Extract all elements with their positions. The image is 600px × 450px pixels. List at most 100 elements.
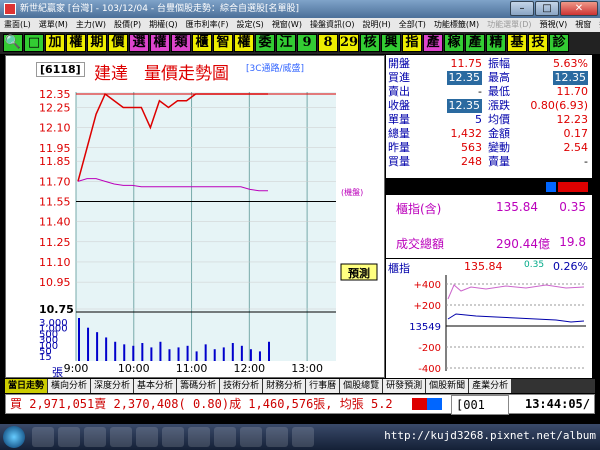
- toolbar-button-0[interactable]: 🔍: [3, 34, 23, 52]
- menu-item[interactable]: 操盤資訊(O): [306, 18, 359, 32]
- taskbar-app-10[interactable]: [266, 427, 288, 447]
- taskbar-app-2[interactable]: [58, 427, 80, 447]
- toolbar-button-1[interactable]: □: [24, 34, 44, 52]
- y-price-tick-label: 11.95: [39, 142, 71, 155]
- toolbar-button-9[interactable]: 櫃: [192, 34, 212, 52]
- menu-item[interactable]: 選單(M): [35, 18, 72, 32]
- y-price-tick-label: 10.95: [39, 276, 71, 289]
- quote-value: 5.63%: [553, 57, 588, 70]
- tab-11[interactable]: 產業分析: [469, 379, 512, 393]
- menu-item[interactable]: 期權(Q): [145, 18, 182, 32]
- toolbar-button-20[interactable]: 產: [423, 34, 443, 52]
- menu-item[interactable]: 匯市利率(F): [182, 18, 233, 32]
- taskbar-app-7[interactable]: [188, 427, 210, 447]
- y-volume-tick-label: 15: [39, 352, 52, 363]
- toolbar-button-4[interactable]: 期: [87, 34, 107, 52]
- menu-item[interactable]: 視窗: [571, 18, 595, 32]
- taskbar-app-3[interactable]: [84, 427, 106, 447]
- toolbar-button-17[interactable]: 核: [360, 34, 380, 52]
- taskbar-app-6[interactable]: [162, 427, 184, 447]
- quote-value: 0.80(6.93): [530, 99, 588, 112]
- start-button[interactable]: [3, 426, 25, 448]
- toolbar-button-25[interactable]: 技: [528, 34, 548, 52]
- menu-item[interactable]: 主力(W): [72, 18, 110, 32]
- taskbar-app-5[interactable]: [136, 427, 158, 447]
- toolbar-button-11[interactable]: 權: [234, 34, 254, 52]
- taskbar-app-4[interactable]: [110, 427, 132, 447]
- toolbar-button-21[interactable]: 稼: [444, 34, 464, 52]
- forecast-label: 預測: [348, 266, 370, 280]
- minimize-button[interactable]: –: [510, 1, 534, 16]
- tab-8[interactable]: 個股總覽: [340, 379, 383, 393]
- quote-label: 變動: [488, 141, 510, 154]
- toolbar-button-19[interactable]: 指: [402, 34, 422, 52]
- menu-item[interactable]: 功能標籤(M): [430, 18, 483, 32]
- toolbar-button-26[interactable]: 診: [549, 34, 569, 52]
- window-title: 新世紀贏家 [台灣] - 103/12/04 - 台豐個股走勢：綜合自選股[名單…: [20, 4, 299, 14]
- maximize-button[interactable]: □: [535, 1, 559, 16]
- taskbar-app-1[interactable]: [32, 427, 54, 447]
- volume-bar: [105, 337, 108, 361]
- menu-item[interactable]: 預視(V): [535, 18, 571, 32]
- tab-4[interactable]: 籌碼分析: [177, 379, 220, 393]
- taskbar-app-9[interactable]: [240, 427, 262, 447]
- menu-item[interactable]: 拍檔(C): [595, 18, 600, 32]
- menu-bar: 畫面(L) 選單(M) 主力(W) 股價(P) 期權(Q) 匯市利率(F) 設定(S) 視窗(…: [0, 18, 600, 32]
- toolbar-button-24[interactable]: 基: [507, 34, 527, 52]
- tab-3[interactable]: 基本分析: [134, 379, 177, 393]
- toolbar-button-8[interactable]: 類: [171, 34, 191, 52]
- toolbar-button-22[interactable]: 產: [465, 34, 485, 52]
- tab-0[interactable]: 當日走勢: [5, 379, 48, 393]
- quote-row: 買量 248 賣量 -: [386, 155, 592, 169]
- quote-value: 12.35: [446, 99, 482, 113]
- x-tick-label: 12:00: [233, 362, 265, 375]
- toolbar-button-15[interactable]: 8: [318, 34, 338, 52]
- quote-value: 563: [461, 141, 482, 154]
- tab-2[interactable]: 深度分析: [91, 379, 134, 393]
- mini-tick-label: +200: [414, 301, 441, 312]
- status-text: 買 2,971,051賣 2,370,408( 0.80)成 1,460,576…: [10, 397, 393, 411]
- app-icon: [4, 3, 16, 15]
- toolbar-button-10[interactable]: 智: [213, 34, 233, 52]
- toolbar-button-2[interactable]: 加: [45, 34, 65, 52]
- menu-item[interactable]: 全部(T): [395, 18, 430, 32]
- menu-item[interactable]: 功能選單(D): [483, 18, 535, 32]
- toolbar-button-18[interactable]: 興: [381, 34, 401, 52]
- taskbar-app-11[interactable]: [292, 427, 314, 447]
- close-button[interactable]: ✕: [560, 1, 598, 16]
- taskbar-app-8[interactable]: [214, 427, 236, 447]
- toolbar-button-12[interactable]: 委: [255, 34, 275, 52]
- tab-5[interactable]: 技術分析: [220, 379, 263, 393]
- toolbar-button-3[interactable]: 權: [66, 34, 86, 52]
- price-volume-chart[interactable]: 9:00 10:00 11:00 12:00 13:00 12.3512.25 12.10 1…: [6, 56, 386, 379]
- menu-item[interactable]: 股價(P): [110, 18, 145, 32]
- index-panel: 櫃指(含) 135.84 0.35 成交總額 290.44億 19.8: [386, 195, 592, 258]
- status-code[interactable]: [001: [451, 395, 509, 415]
- menu-item[interactable]: 畫面(L): [0, 18, 35, 32]
- tab-6[interactable]: 財務分析: [263, 379, 306, 393]
- toolbar-button-6[interactable]: 選: [129, 34, 149, 52]
- toolbar-button-5[interactable]: 價: [108, 34, 128, 52]
- volume-bar: [186, 345, 189, 361]
- quote-label: 單量: [388, 113, 410, 126]
- tab-9[interactable]: 研發預測: [383, 379, 426, 393]
- x-tick-label: 9:00: [64, 362, 89, 375]
- toolbar-button-7[interactable]: 權: [150, 34, 170, 52]
- tab-7[interactable]: 行事曆: [306, 379, 340, 393]
- menu-item[interactable]: 說明(H): [359, 18, 395, 32]
- toolbar-button-13[interactable]: 江: [276, 34, 296, 52]
- quote-label: 最高: [488, 71, 510, 84]
- y-price-tick-label: 11.70: [39, 175, 71, 188]
- quote-row: 總量 1,432 金額 0.17: [386, 127, 592, 141]
- tab-1[interactable]: 橫向分析: [48, 379, 91, 393]
- toolbar-button-14[interactable]: 9: [297, 34, 317, 52]
- menu-item[interactable]: 視窗(W): [268, 18, 306, 32]
- tab-10[interactable]: 個股新聞: [426, 379, 469, 393]
- quote-label: 漲跌: [488, 99, 510, 112]
- menu-item[interactable]: 設定(S): [232, 18, 267, 32]
- toolbar-button-16[interactable]: 29: [339, 34, 359, 52]
- otc-index-mini-chart[interactable]: 櫃指 135.84 0.35 0.26% +400 +200 13549 -200 -4…: [386, 259, 592, 378]
- toolbar-button-23[interactable]: 精: [486, 34, 506, 52]
- quote-label: 收盤: [388, 99, 410, 112]
- index-label: 櫃指(含): [396, 202, 442, 216]
